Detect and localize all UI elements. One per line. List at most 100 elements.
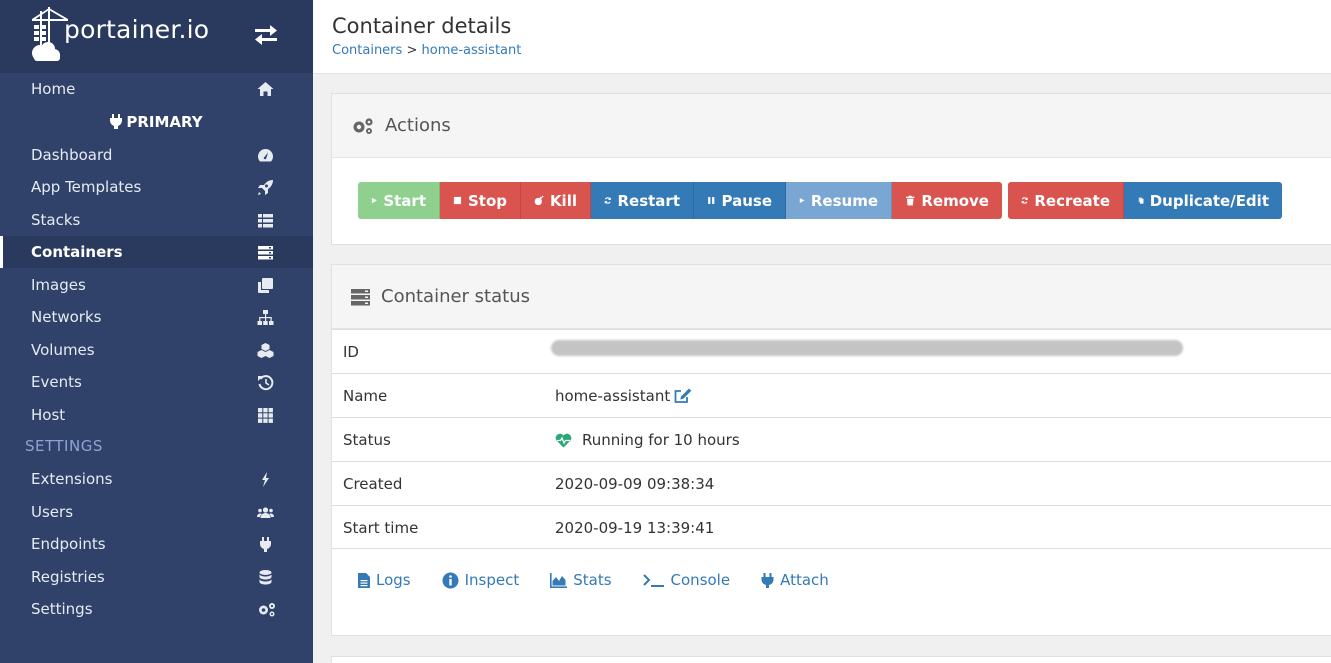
rocket-icon (258, 180, 273, 195)
stop-button[interactable]: Stop (440, 182, 521, 219)
duplicate-edit-button[interactable]: Duplicate/Edit (1124, 182, 1282, 219)
history-icon (258, 375, 274, 391)
trash-icon (906, 195, 915, 206)
breadcrumb: Containers > home-assistant (332, 43, 521, 58)
status-label: Status (343, 431, 391, 449)
clone-icon (258, 278, 273, 293)
attach-link[interactable]: Attach (761, 571, 829, 589)
container-name: home-assistant (555, 387, 671, 405)
breadcrumb-link-containers[interactable]: Containers (332, 43, 402, 58)
sidebar-item-users[interactable]: Users (0, 496, 313, 528)
sidebar-item-label: Registries (31, 568, 105, 586)
kill-button[interactable]: Kill (521, 182, 591, 219)
exchange-icon[interactable] (253, 24, 279, 46)
sidebar-item-containers[interactable]: Containers (0, 236, 313, 268)
sidebar-item-label: Images (31, 276, 86, 294)
status-row-name: Name home-assistant (332, 373, 1331, 417)
console-link[interactable]: Console (642, 571, 730, 589)
sidebar-item-label: Settings (31, 600, 93, 618)
cogs-icon (353, 118, 373, 134)
action-buttons: Start Stop Kill Restart Pause Resume Rem… (358, 182, 1282, 219)
inspect-link[interactable]: Inspect (442, 571, 519, 589)
resume-button[interactable]: Resume (786, 182, 892, 219)
users-icon (257, 507, 274, 518)
endpoint-label: PRIMARY (126, 113, 203, 131)
duplicate-edit-button-label: Duplicate/Edit (1149, 191, 1269, 210)
start-button[interactable]: Start (358, 182, 440, 219)
resume-button-label: Resume (810, 191, 878, 210)
plug-icon (110, 114, 123, 129)
status-value: Running for 10 hours (555, 431, 740, 449)
cogs-icon (259, 603, 275, 617)
sidebar-item-settings[interactable]: Settings (0, 593, 313, 625)
terminal-icon (642, 573, 664, 587)
sidebar-item-label: Users (31, 503, 74, 521)
start-button-label: Start (383, 191, 426, 210)
sidebar-item-label: Events (31, 373, 82, 391)
heartbeat-icon (555, 433, 572, 447)
sidebar-item-networks[interactable]: Networks (0, 301, 313, 333)
sidebar-item-dashboard[interactable]: Dashboard (0, 139, 313, 171)
sidebar-item-extensions[interactable]: Extensions (0, 463, 313, 495)
stats-link[interactable]: Stats (550, 571, 612, 589)
refresh-icon (604, 197, 611, 204)
status-text: Running for 10 hours (582, 431, 740, 449)
list-icon (258, 214, 273, 228)
sidebar-item-events[interactable]: Events (0, 366, 313, 398)
tachometer-icon (258, 149, 273, 162)
pause-button-label: Pause (721, 191, 773, 210)
edit-button-group: Recreate Duplicate/Edit (1008, 182, 1282, 219)
sidebar-item-volumes[interactable]: Volumes (0, 334, 313, 366)
edit-icon[interactable] (674, 388, 692, 404)
created-label: Created (343, 475, 403, 493)
breadcrumb-separator: > (406, 43, 418, 58)
server-icon (351, 289, 370, 306)
sidebar: portainer.io Home PRIMARY Dashboard App … (0, 0, 313, 663)
play-icon (371, 197, 377, 204)
container-status-title: Container status (381, 286, 530, 307)
sidebar-item-endpoints[interactable]: Endpoints (0, 528, 313, 560)
restart-button[interactable]: Restart (591, 182, 694, 219)
refresh-icon (1021, 197, 1028, 204)
attach-link-label: Attach (780, 571, 829, 589)
info-circle-icon (442, 572, 459, 588)
page-title: Container details (332, 14, 512, 38)
sidebar-item-app-templates[interactable]: App Templates (0, 171, 313, 203)
lifecycle-button-group: Start Stop Kill Restart Pause Resume Rem… (358, 182, 1002, 219)
bolt-icon (262, 472, 269, 487)
sidebar-item-home[interactable]: Home (0, 73, 313, 105)
status-row-start-time: Start time 2020-09-19 13:39:41 (332, 505, 1331, 549)
sidebar-item-host[interactable]: Host (0, 399, 313, 431)
database-icon (259, 570, 272, 585)
start-time-label: Start time (343, 519, 419, 537)
sidebar-item-label: Extensions (31, 470, 113, 488)
logs-link-label: Logs (376, 571, 411, 589)
stop-icon (453, 196, 462, 205)
name-value: home-assistant (555, 387, 692, 405)
logs-link[interactable]: Logs (358, 571, 411, 589)
sidebar-item-label: Host (31, 406, 66, 424)
status-row-status: Status Running for 10 hours (332, 417, 1331, 461)
sidebar-item-label: App Templates (31, 178, 142, 196)
plug-icon (761, 572, 774, 588)
sidebar-item-images[interactable]: Images (0, 269, 313, 301)
created-value: 2020-09-09 09:38:34 (555, 475, 715, 493)
pause-button[interactable]: Pause (694, 182, 786, 219)
sidebar-item-stacks[interactable]: Stacks (0, 204, 313, 236)
plug-icon (260, 537, 271, 552)
remove-button[interactable]: Remove (892, 182, 1002, 219)
next-panel-edge (331, 656, 1331, 663)
sidebar-item-registries[interactable]: Registries (0, 561, 313, 593)
endpoint-name: PRIMARY (0, 113, 313, 131)
recreate-button[interactable]: Recreate (1008, 182, 1124, 219)
breadcrumb-current[interactable]: home-assistant (422, 43, 522, 58)
bomb-icon (534, 195, 544, 206)
sidebar-item-label: Stacks (31, 211, 81, 229)
container-status-panel: Container status ID Name home-assistant … (331, 264, 1331, 636)
sidebar-item-label: Networks (31, 308, 102, 326)
container-quick-links: Logs Inspect Stats Console Attach (358, 571, 860, 589)
sidebar-item-label: Dashboard (31, 146, 113, 164)
sidebar-item-label: Volumes (31, 341, 95, 359)
status-row-created: Created 2020-09-09 09:38:34 (332, 461, 1331, 505)
restart-button-label: Restart (617, 191, 680, 210)
